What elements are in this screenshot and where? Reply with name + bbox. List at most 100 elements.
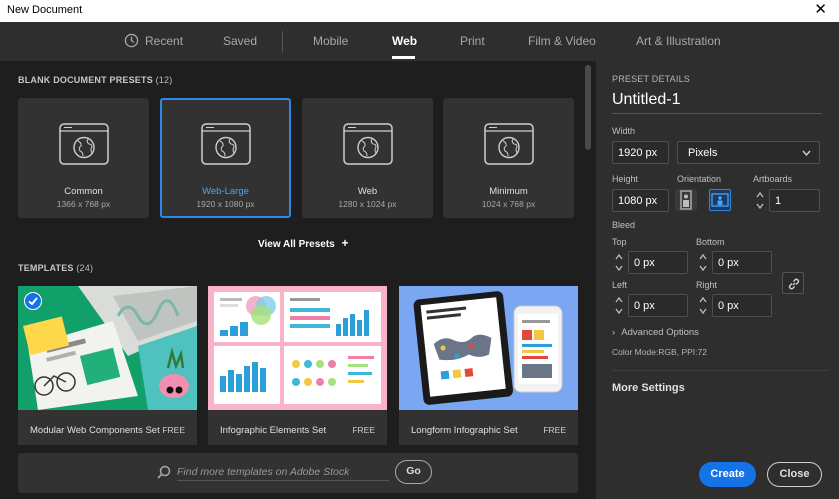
bleed-left-field[interactable] <box>628 294 688 317</box>
artboards-label: Artboards <box>753 174 793 184</box>
bleed-right-field[interactable] <box>712 294 772 317</box>
bleed-top-field[interactable] <box>628 251 688 274</box>
tab-divider <box>282 31 283 52</box>
orientation-label: Orientation <box>677 174 722 184</box>
stock-search-input[interactable] <box>177 463 389 481</box>
height-field[interactable] <box>612 189 669 212</box>
scrollbar-thumb[interactable] <box>585 65 591 150</box>
preset-name: Common <box>64 186 103 197</box>
create-button[interactable]: Create <box>699 462 756 487</box>
template-name: Modular Web Components Set <box>30 425 160 436</box>
advanced-options-label: Advanced Options <box>621 327 699 338</box>
bleed-bottom-stepper[interactable] <box>698 251 708 274</box>
window-title: New Document <box>7 4 83 16</box>
preset-card-web-large[interactable]: Web-Large 1920 x 1080 px <box>160 98 291 218</box>
bleed-bottom-field[interactable] <box>712 251 772 274</box>
more-settings-button[interactable]: More Settings <box>612 382 685 394</box>
tab-saved[interactable]: Saved <box>223 34 257 48</box>
preset-card-minimum[interactable]: Minimum 1024 x 768 px <box>443 98 574 218</box>
window-close-icon[interactable]: ✕ <box>814 1 827 19</box>
preset-size: 1280 x 1024 px <box>338 199 397 209</box>
preset-size: 1024 x 768 px <box>481 199 536 209</box>
link-bleed-button[interactable] <box>782 272 804 294</box>
preset-name: Minimum <box>489 186 528 197</box>
tab-art-illustration[interactable]: Art & Illustration <box>636 34 721 48</box>
landscape-orientation-button[interactable] <box>709 189 731 211</box>
document-name-input[interactable] <box>612 91 822 114</box>
template-card-longform[interactable]: Longform Infographic Set FREE <box>399 286 578 445</box>
preset-details-panel: PRESET DETAILS Width Pixels Height Orien… <box>596 61 839 499</box>
template-price: FREE <box>543 425 566 435</box>
portrait-orientation-button[interactable] <box>675 189 697 211</box>
go-button[interactable]: Go <box>395 460 432 484</box>
width-field[interactable] <box>612 141 669 164</box>
bleed-label: Bleed <box>612 220 636 230</box>
width-label: Width <box>612 126 636 136</box>
checkmark-icon <box>24 292 42 310</box>
bleed-right-stepper[interactable] <box>698 294 708 317</box>
units-value: Pixels <box>688 147 718 159</box>
plus-icon: + <box>341 236 349 250</box>
preset-size: 1366 x 768 px <box>56 199 111 209</box>
units-dropdown[interactable]: Pixels <box>677 141 820 164</box>
tab-mobile[interactable]: Mobile <box>313 34 348 48</box>
link-icon <box>788 278 800 290</box>
presets-count: (12) <box>155 75 173 85</box>
web-document-icon <box>201 123 251 165</box>
artboards-stepper[interactable] <box>755 189 765 212</box>
preset-name: Web <box>357 186 378 197</box>
divider <box>612 370 829 371</box>
view-all-label: View All Presets <box>258 239 335 250</box>
bleed-left-stepper[interactable] <box>614 294 624 317</box>
presets-section-label: BLANK DOCUMENT PRESETS <box>18 75 153 85</box>
artboards-field[interactable] <box>769 189 820 212</box>
clock-icon <box>124 33 139 48</box>
tab-print[interactable]: Print <box>460 34 485 48</box>
preset-details-heading: PRESET DETAILS <box>612 74 690 84</box>
scrollbar[interactable] <box>584 65 592 497</box>
close-button[interactable]: Close <box>767 462 822 487</box>
category-tabs: Recent Saved Mobile Web Print Film & Vid… <box>0 22 839 61</box>
bleed-top-label: Top <box>612 237 627 247</box>
template-name: Longform Infographic Set <box>411 425 518 436</box>
template-thumbnail <box>399 286 578 410</box>
title-bar: New Document ✕ <box>0 0 839 22</box>
template-price: FREE <box>162 425 185 435</box>
search-icon <box>157 465 171 479</box>
preset-card-common[interactable]: Common 1366 x 768 px <box>18 98 149 218</box>
tab-web[interactable]: Web <box>392 34 417 48</box>
preset-card-web[interactable]: Web 1280 x 1024 px <box>302 98 433 218</box>
templates-section-label: TEMPLATES <box>18 263 74 273</box>
template-card-infographic[interactable]: Infographic Elements Set FREE <box>208 286 387 445</box>
bleed-bottom-label: Bottom <box>696 237 725 247</box>
presets-section-title: BLANK DOCUMENT PRESETS (12) <box>18 75 172 85</box>
landscape-icon <box>711 193 729 207</box>
chevron-down-icon <box>802 150 811 156</box>
template-thumbnail <box>208 286 387 410</box>
web-document-icon <box>484 123 534 165</box>
template-thumbnail <box>18 286 197 410</box>
presets-pane: BLANK DOCUMENT PRESETS (12) Common 1366 … <box>0 61 596 499</box>
chevron-right-icon: › <box>612 327 616 338</box>
view-all-presets-link[interactable]: View All Presets + <box>258 236 349 250</box>
template-name: Infographic Elements Set <box>220 425 327 436</box>
color-mode-info: Color Mode:RGB, PPI:72 <box>612 347 707 357</box>
template-card-modular-web[interactable]: Modular Web Components Set FREE <box>18 286 197 445</box>
bleed-top-stepper[interactable] <box>614 251 624 274</box>
active-tab-indicator <box>392 56 415 59</box>
stock-search-bar: Go <box>18 453 578 493</box>
bleed-right-label: Right <box>696 280 718 290</box>
template-price: FREE <box>352 425 375 435</box>
web-document-icon <box>59 123 109 165</box>
templates-count: (24) <box>76 263 94 273</box>
preset-name: Web-Large <box>202 186 249 197</box>
web-document-icon <box>343 123 393 165</box>
portrait-icon <box>680 190 692 210</box>
height-label: Height <box>612 174 639 184</box>
tab-film-video[interactable]: Film & Video <box>528 34 596 48</box>
bleed-left-label: Left <box>612 280 628 290</box>
preset-size: 1920 x 1080 px <box>196 199 255 209</box>
advanced-options-toggle[interactable]: › Advanced Options <box>612 327 699 338</box>
templates-section-title: TEMPLATES (24) <box>18 263 93 273</box>
tab-recent[interactable]: Recent <box>145 34 183 48</box>
